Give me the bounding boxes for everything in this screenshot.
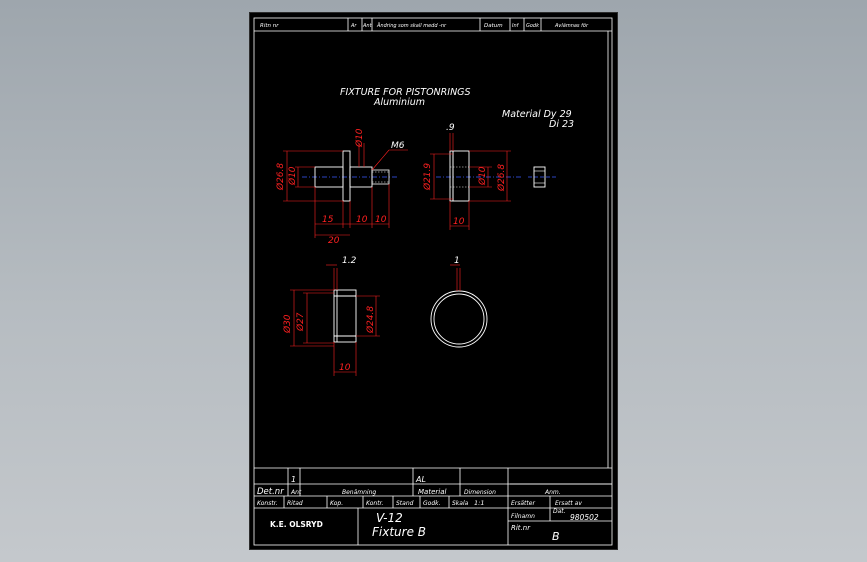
parts-col-material: Material <box>418 488 446 496</box>
p3-lip: 1.2 <box>342 256 357 266</box>
parts-col-benamning: Benämning <box>342 489 376 496</box>
part4-ring <box>430 290 488 348</box>
p1-dim-outer: Ø26.8 <box>275 163 286 191</box>
footer-dat-label: Dat. <box>553 508 566 515</box>
part2-end-view <box>528 166 556 188</box>
header-ar: Ar <box>350 23 357 29</box>
p2-dim-inner: Ø10 <box>477 166 488 186</box>
p1-len-shaft: 15 <box>322 215 334 225</box>
p3-dim-outer: Ø30 <box>282 314 293 334</box>
p3-width: 10 <box>339 363 351 373</box>
p3-dim-mid: Ø27 <box>295 312 306 332</box>
p1-len-thread: 10 <box>375 215 387 225</box>
header-row: Ritn nr Ar Ant Ändring som skall medd -n… <box>260 22 589 29</box>
part1-dimensions <box>283 143 408 238</box>
p3-dim-inner: Ø24.8 <box>365 306 376 334</box>
header-datum: Datum <box>484 23 503 29</box>
drawing-subtitle: Aluminium <box>373 97 425 108</box>
p1-dim-flange: Ø10 <box>354 128 365 148</box>
header-andring: Ändring som skall medd -nr <box>376 22 447 29</box>
p2-width: 10 <box>453 217 465 227</box>
drawing-sheet: Ritn nr Ar Ant Ändring som skall medd -n… <box>250 13 617 549</box>
footer-kontr: Kontr. <box>366 500 383 507</box>
parts-row-qty: 1 <box>291 475 296 484</box>
drawing-number: V-12 <box>376 511 403 525</box>
parts-col-ant: Ant <box>290 489 302 496</box>
parts-col-anm: Anm. <box>544 489 561 496</box>
footer-godk: Godk. <box>423 500 441 507</box>
footer-konstr: Konstr. <box>257 500 278 507</box>
p1-len-flange: 10 <box>356 215 368 225</box>
parts-row-material: AL <box>415 475 426 484</box>
p2-dim-rim: Ø26.8 <box>496 164 507 192</box>
drawing-name: Fixture B <box>372 525 426 539</box>
header-ant: Ant <box>362 23 373 29</box>
part3-sleeve <box>333 289 357 343</box>
p4-thickness: 1 <box>454 256 460 266</box>
p1-thread-label: M6 <box>391 141 405 151</box>
footer-filnamn: Filnamn <box>511 513 535 520</box>
part4-dimensions <box>450 264 461 291</box>
footer-ritnr: Rit.nr <box>511 524 531 532</box>
p1-dim-shaft: Ø10 <box>287 166 298 186</box>
footer-kop: Kop. <box>330 500 343 507</box>
material-note-di: Di 23 <box>549 119 574 130</box>
footer-stand: Stand <box>396 500 414 507</box>
footer-ersatt-av: Ersatt av <box>555 500 582 507</box>
footer-ritad: Ritad <box>287 500 303 507</box>
p2-dim-outer: Ø21.9 <box>422 163 433 191</box>
footer-skala: Skala <box>452 500 469 507</box>
footer-ersatter: Ersätter <box>511 500 535 507</box>
footer-dat-value: 980502 <box>570 513 599 522</box>
parts-col-detnr: Det.nr <box>257 487 284 497</box>
p2-gap: .9 <box>446 123 455 133</box>
footer-ritnr-value: B <box>552 530 560 543</box>
part1-pin <box>302 150 398 202</box>
company-name: K.E. OLSRYD <box>270 520 323 529</box>
p1-len-total: 20 <box>328 236 340 246</box>
technical-drawing: Ritn nr Ar Ant Ändring som skall medd -n… <box>253 17 613 546</box>
header-godk: Godk <box>526 23 540 29</box>
header-ritn-nr: Ritn nr <box>260 23 279 29</box>
header-avlamnas: Avlämnas för <box>554 23 589 29</box>
parts-col-dimension: Dimension <box>464 489 496 496</box>
footer-skala-value: 1:1 <box>474 499 484 507</box>
header-inf: Inf <box>512 23 520 29</box>
